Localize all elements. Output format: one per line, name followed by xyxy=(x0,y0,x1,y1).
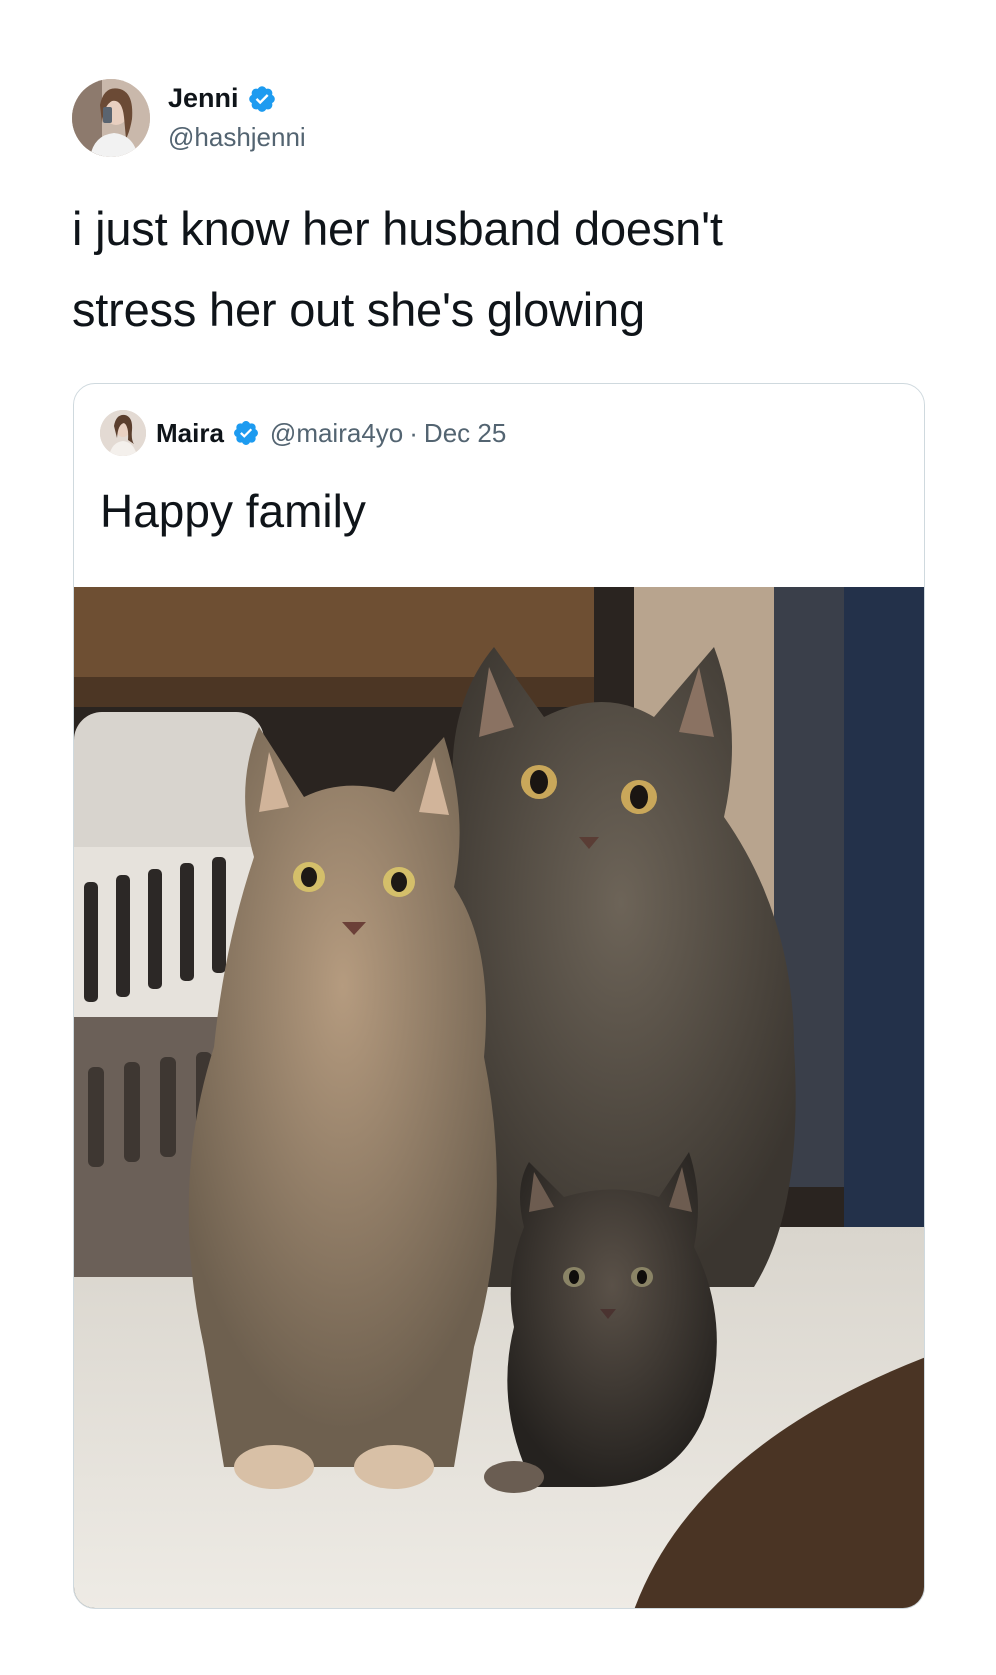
separator-dot: · xyxy=(409,417,418,448)
tweet-text-line: i just know her husband doesn't xyxy=(72,202,723,255)
quoted-author-name[interactable]: Maira xyxy=(156,418,224,449)
person-avatar-icon xyxy=(72,79,150,157)
verified-badge-icon xyxy=(248,85,275,112)
quoted-author-handle[interactable]: @maira4yo xyxy=(270,418,403,449)
quoted-tweet-date[interactable]: Dec 25 xyxy=(424,418,506,449)
quoted-tweet-text: Happy family xyxy=(100,485,366,537)
quoted-tweet-card[interactable]: Maira @maira4yo · Dec 25 Happy family xyxy=(73,383,925,1609)
author-name[interactable]: Jenni xyxy=(168,83,239,114)
tweet-text: i just know her husband doesn't stress h… xyxy=(72,188,932,350)
avatar[interactable] xyxy=(72,79,150,157)
author-handle[interactable]: @hashjenni xyxy=(168,122,306,153)
tweet-author: Jenni @hashjenni xyxy=(72,78,306,158)
person-avatar-icon xyxy=(100,410,146,456)
quoted-tweet-header: Maira @maira4yo · Dec 25 xyxy=(100,409,506,457)
verified-badge-icon xyxy=(233,421,258,445)
cat-family-photo[interactable] xyxy=(74,587,925,1609)
avatar[interactable] xyxy=(100,410,146,456)
tweet-text-line: stress her out she's glowing xyxy=(72,283,645,336)
